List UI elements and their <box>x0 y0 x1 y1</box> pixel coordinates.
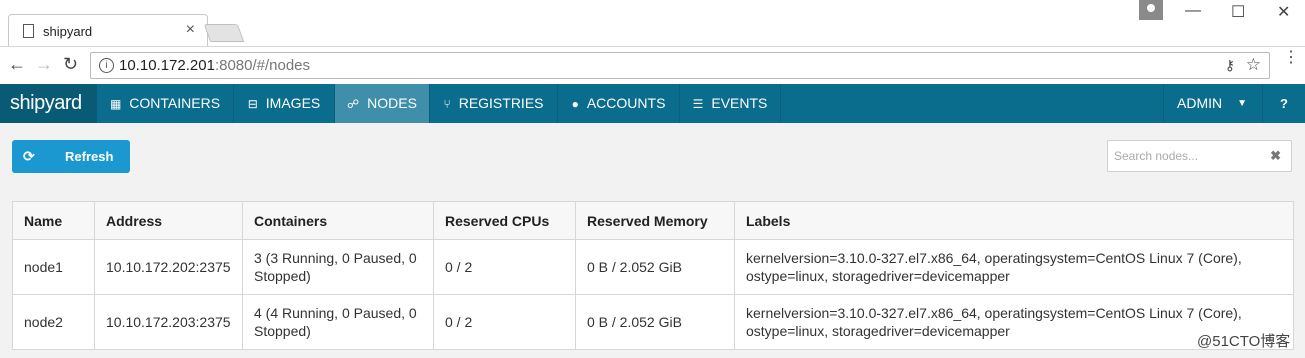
help-icon[interactable]: ? <box>1262 84 1305 123</box>
back-button[interactable]: ← <box>8 54 26 75</box>
code-fork-icon: ⑂ <box>443 97 451 111</box>
watermark: @51CTO博客 <box>1197 333 1291 350</box>
nav-accounts[interactable]: ● ACCOUNTS <box>558 84 680 123</box>
key-icon[interactable]: ⚷ <box>1225 57 1235 74</box>
list-icon: ☰ <box>692 97 704 111</box>
new-tab-button[interactable] <box>203 24 245 42</box>
tab-close-icon[interactable]: × <box>186 21 195 39</box>
close-window-button[interactable]: ✕ <box>1277 2 1290 22</box>
brand-logo[interactable]: shipyard <box>0 84 97 123</box>
node-address: 10.10.172.203:2375 <box>94 294 243 350</box>
reload-button[interactable]: ↻ <box>63 54 78 75</box>
nav-events-label: EVENTS <box>711 95 768 111</box>
bookmark-star-icon[interactable]: ☆ <box>1246 55 1261 75</box>
browser-tab[interactable]: shipyard × <box>8 14 208 46</box>
nav-events[interactable]: ☰ EVENTS <box>680 84 781 123</box>
node-name: node1 <box>12 239 95 295</box>
node-address: 10.10.172.202:2375 <box>94 239 243 295</box>
document-icon <box>23 24 34 38</box>
refresh-label: Refresh <box>65 149 114 164</box>
search-nodes: ✖ <box>1107 140 1292 172</box>
profile-icon[interactable] <box>1139 0 1163 20</box>
nav-accounts-label: ACCOUNTS <box>586 95 666 111</box>
browser-toolbar: ← → ↻ i 10.10.172.201:8080/#/nodes ⚷ ☆ ⋮ <box>0 46 1305 84</box>
user-icon: ● <box>571 97 579 111</box>
node-containers: 4 (4 Running, 0 Paused, 0 Stopped) <box>242 294 434 350</box>
nav-containers-label: CONTAINERS <box>129 95 221 111</box>
table-row[interactable]: node2 10.10.172.203:2375 4 (4 Running, 0… <box>12 294 1294 350</box>
node-containers: 3 (3 Running, 0 Paused, 0 Stopped) <box>242 239 434 295</box>
hdd-icon: ⊟ <box>247 97 258 111</box>
column-header-address[interactable]: Address <box>94 201 243 240</box>
admin-dropdown[interactable]: ADMIN ▼ <box>1163 84 1261 123</box>
column-header-labels[interactable]: Labels <box>734 201 1294 240</box>
nodes-table: Name Address Containers Reserved CPUs Re… <box>12 201 1294 350</box>
nav-registries-label: REGISTRIES <box>458 95 544 111</box>
nav-nodes[interactable]: ☍ NODES <box>335 84 430 123</box>
nav-registries[interactable]: ⑂ REGISTRIES <box>430 84 558 123</box>
nav-images[interactable]: ⊟ IMAGES <box>234 84 335 123</box>
address-bar[interactable]: i 10.10.172.201:8080/#/nodes ⚷ ☆ <box>90 52 1270 79</box>
column-header-name[interactable]: Name <box>12 201 95 240</box>
column-header-memory[interactable]: Reserved Memory <box>575 201 735 240</box>
caret-down-icon: ▼ <box>1237 98 1247 109</box>
column-header-containers[interactable]: Containers <box>242 201 434 240</box>
browser-tabstrip: shipyard × — ☐ ✕ <box>0 0 1305 46</box>
url-text[interactable]: 10.10.172.201:8080/#/nodes <box>119 57 310 74</box>
node-labels: kernelversion=3.10.0-327.el7.x86_64, ope… <box>734 239 1294 295</box>
clear-search-icon[interactable]: ✖ <box>1270 148 1281 164</box>
refresh-button[interactable]: ⟳ Refresh <box>12 140 130 173</box>
tab-title: shipyard <box>43 24 93 39</box>
maximize-button[interactable]: ☐ <box>1231 2 1245 22</box>
th-icon: ▦ <box>109 97 122 111</box>
sitemap-icon: ☍ <box>347 97 360 111</box>
app-navbar: shipyard ▦ CONTAINERS ⊟ IMAGES ☍ NODES ⑂ REG… <box>0 84 1305 123</box>
refresh-icon: ⟳ <box>23 148 35 164</box>
admin-label: ADMIN <box>1177 95 1223 111</box>
search-nodes-input[interactable] <box>1114 147 1264 165</box>
column-header-cpus[interactable]: Reserved CPUs <box>433 201 576 240</box>
forward-button[interactable]: → <box>35 54 53 75</box>
nav-nodes-label: NODES <box>367 95 417 111</box>
node-cpus: 0 / 2 <box>433 239 576 295</box>
nav-containers[interactable]: ▦ CONTAINERS <box>97 84 234 123</box>
nav-images-label: IMAGES <box>265 95 321 111</box>
browser-menu-icon[interactable]: ⋮ <box>1283 50 1299 66</box>
node-memory: 0 B / 2.052 GiB <box>575 239 735 295</box>
url-path: :8080/#/nodes <box>214 57 311 74</box>
node-memory: 0 B / 2.052 GiB <box>575 294 735 350</box>
table-row[interactable]: node1 10.10.172.202:2375 3 (3 Running, 0… <box>12 239 1294 295</box>
minimize-button[interactable]: — <box>1185 2 1201 20</box>
table-header-row: Name Address Containers Reserved CPUs Re… <box>12 201 1294 240</box>
node-name: node2 <box>12 294 95 350</box>
node-cpus: 0 / 2 <box>433 294 576 350</box>
url-host: 10.10.172.201 <box>119 57 215 74</box>
info-icon[interactable]: i <box>99 58 114 73</box>
